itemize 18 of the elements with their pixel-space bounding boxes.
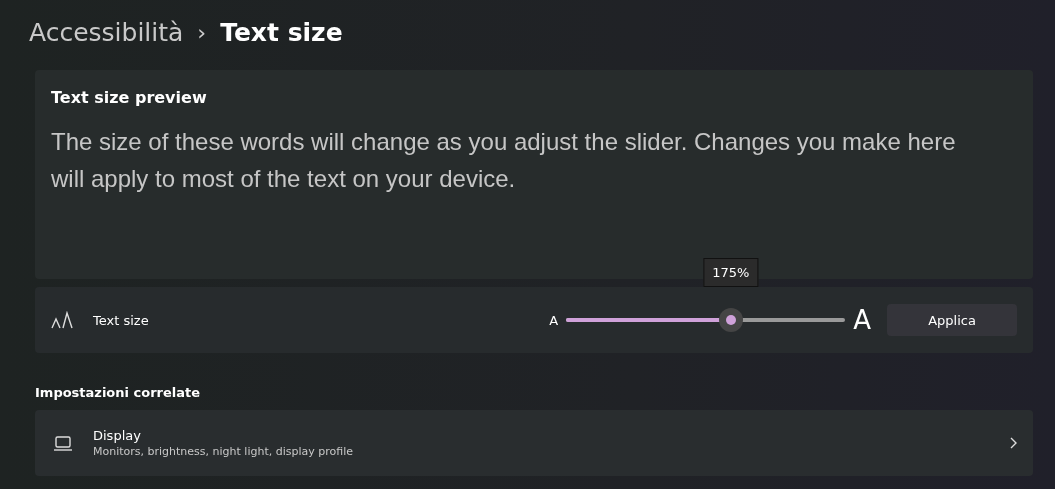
slider-thumb[interactable] bbox=[718, 308, 743, 332]
breadcrumb-separator: › bbox=[197, 19, 207, 45]
link-title: Display bbox=[93, 428, 142, 443]
section-heading: Impostazioni correlate bbox=[35, 385, 202, 400]
preview-text: The size of these words will change as you adjust the slider. Changes you make here will apply to most of the text on your device. bbox=[51, 127, 957, 194]
laptop-icon bbox=[53, 435, 73, 451]
chevron-right-icon bbox=[1009, 437, 1017, 449]
preview-title: Text size preview bbox=[51, 88, 208, 107]
display-link-row[interactable]: Display Monitors, brightness, night light, display profile bbox=[35, 410, 1033, 476]
setting-label: Text size bbox=[93, 312, 150, 328]
text-size-icon bbox=[51, 311, 73, 329]
apply-button[interactable]: Applica bbox=[887, 304, 1017, 336]
breadcrumb-link[interactable]: Accessibilità bbox=[29, 17, 184, 47]
page-title: Text size bbox=[220, 17, 343, 47]
slider-tooltip: 175% bbox=[703, 258, 759, 287]
small-a-label: A bbox=[549, 312, 559, 328]
link-description: Monitors, brightness, night light, display profile bbox=[93, 445, 355, 458]
large-a-label: A bbox=[853, 305, 871, 335]
